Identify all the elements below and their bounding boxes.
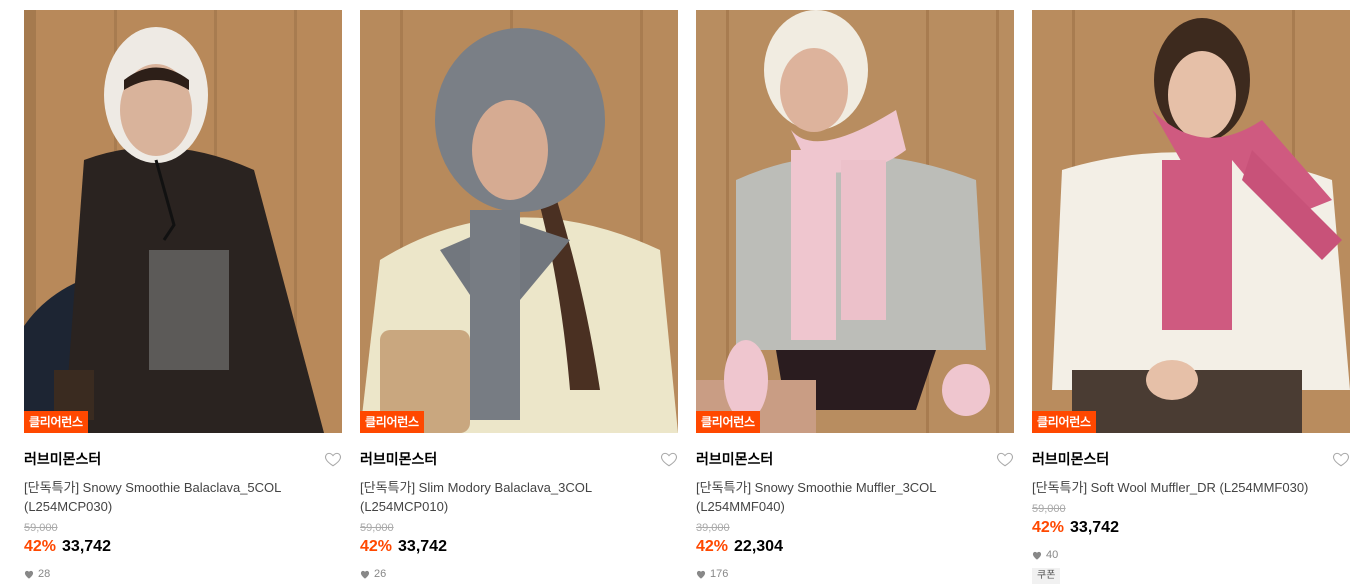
- heart-icon[interactable]: [324, 450, 342, 468]
- product-image[interactable]: 클리어런스: [696, 10, 1014, 433]
- discount-rate: 42%: [696, 538, 729, 555]
- product-card[interactable]: 클리어런스 러브미몬스터 [단독특가] Snowy Smoothie Balac…: [24, 10, 342, 581]
- discount-rate: 42%: [360, 538, 393, 555]
- product-card[interactable]: 클리어런스 러브미몬스터 [단독특가] Slim Modory Balaclav…: [360, 10, 678, 581]
- like-count: 176: [696, 567, 1014, 581]
- brand-name[interactable]: 러브미몬스터: [360, 449, 678, 469]
- like-count: 26: [360, 567, 678, 581]
- like-count: 40: [1032, 548, 1350, 562]
- like-count-value: 176: [710, 568, 729, 580]
- heart-filled-icon: [360, 570, 370, 579]
- heart-icon[interactable]: [1332, 450, 1350, 468]
- heart-icon[interactable]: [660, 450, 678, 468]
- product-image[interactable]: 클리어런스: [1032, 10, 1350, 433]
- clearance-badge: 클리어런스: [696, 411, 760, 433]
- product-name[interactable]: [단독특가] Soft Wool Muffler_DR (L254MMF030): [1032, 478, 1322, 497]
- product-card[interactable]: 클리어런스 러브미몬스터 [단독특가] Soft Wool Muffler_DR…: [1032, 10, 1350, 584]
- product-name[interactable]: [단독특가] Snowy Smoothie Muffler_3COL (L254…: [696, 478, 986, 516]
- like-count-value: 28: [38, 568, 51, 580]
- like-count-value: 40: [1046, 549, 1059, 561]
- product-image[interactable]: 클리어런스: [360, 10, 678, 433]
- product-card[interactable]: 클리어런스 러브미몬스터 [단독특가] Snowy Smoothie Muffl…: [696, 10, 1014, 581]
- original-price: 59,000: [1032, 503, 1066, 515]
- original-price: 39,000: [696, 522, 730, 534]
- product-photo: [24, 10, 342, 433]
- price-row: 42% 33,742: [24, 536, 342, 558]
- product-name[interactable]: [단독특가] Slim Modory Balaclava_3COL (L254M…: [360, 478, 650, 516]
- product-grid: 클리어런스 러브미몬스터 [단독특가] Snowy Smoothie Balac…: [0, 0, 1358, 586]
- sale-price: 33,742: [1070, 519, 1119, 536]
- price-row: 42% 22,304: [696, 536, 1014, 558]
- heart-filled-icon: [696, 570, 706, 579]
- like-count-value: 26: [374, 568, 387, 580]
- original-price: 59,000: [24, 522, 58, 534]
- clearance-badge: 클리어런스: [24, 411, 88, 433]
- clearance-badge: 클리어런스: [1032, 411, 1096, 433]
- product-photo: [360, 10, 678, 433]
- heart-icon[interactable]: [996, 450, 1014, 468]
- sale-price: 33,742: [62, 538, 111, 555]
- product-photo: [1032, 10, 1350, 433]
- brand-name[interactable]: 러브미몬스터: [1032, 449, 1350, 469]
- brand-name[interactable]: 러브미몬스터: [24, 449, 342, 469]
- like-count: 28: [24, 567, 342, 581]
- heart-filled-icon: [24, 570, 34, 579]
- original-price: 59,000: [360, 522, 394, 534]
- clearance-badge: 클리어런스: [360, 411, 424, 433]
- heart-filled-icon: [1032, 551, 1042, 560]
- discount-rate: 42%: [24, 538, 57, 555]
- coupon-tag: 쿠폰: [1032, 568, 1061, 584]
- sale-price: 22,304: [734, 538, 783, 555]
- product-photo: [696, 10, 1014, 433]
- discount-rate: 42%: [1032, 519, 1065, 536]
- product-image[interactable]: 클리어런스: [24, 10, 342, 433]
- brand-name[interactable]: 러브미몬스터: [696, 449, 1014, 469]
- product-name[interactable]: [단독특가] Snowy Smoothie Balaclava_5COL (L2…: [24, 478, 314, 516]
- price-row: 42% 33,742: [1032, 517, 1350, 539]
- sale-price: 33,742: [398, 538, 447, 555]
- price-row: 42% 33,742: [360, 536, 678, 558]
